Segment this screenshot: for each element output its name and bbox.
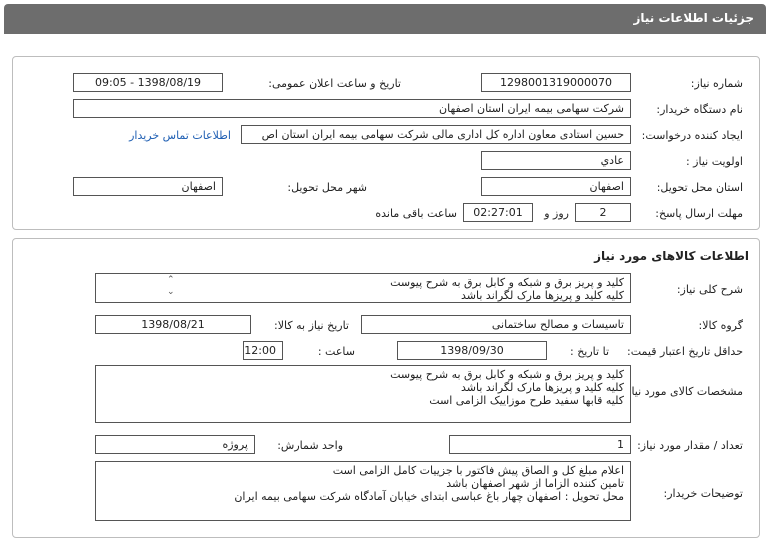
notes-line-3: محل تحویل : اصفهان چهار باغ عباسی ابتدای… [234, 490, 624, 503]
general-desc-line-1: کلید و پریز برق و شبکه و کابل برق به شرح… [390, 276, 624, 289]
notes-line-2: تامین کننده الزاما از شهر اصفهان باشد [446, 477, 624, 490]
until-date-label: تا تاریخ : [570, 345, 609, 358]
need-info-panel: شماره نیاز: 1298001319000070 تاریخ و ساع… [12, 56, 760, 230]
group-field[interactable]: تاسیسات و مصالح ساختمانی [361, 315, 631, 334]
priority-field[interactable]: عادي [481, 151, 631, 170]
need-number-label: شماره نیاز: [690, 77, 743, 90]
spec-field[interactable]: کلید و پریز برق و شبکه و کابل برق به شرح… [95, 365, 631, 423]
general-desc-line-2: کلیه کلید و پریزها مارک لگراند باشد [461, 289, 624, 302]
priority-label: اولویت نیاز : [685, 155, 743, 168]
city-field[interactable]: اصفهان [73, 177, 223, 196]
goods-section-title: اطلاعات کالاهای مورد نیاز [594, 249, 749, 263]
days-field[interactable]: 2 [575, 203, 631, 222]
hour-label: ساعت : [317, 345, 355, 358]
announce-label: تاریخ و ساعت اعلان عمومی: [268, 77, 401, 90]
requester-label: ایجاد کننده درخواست: [641, 129, 743, 142]
scroll-up-icon[interactable]: ⌃ [167, 275, 175, 285]
qty-label: تعداد / مقدار مورد نیاز: [637, 439, 743, 452]
buyer-contact-link[interactable]: اطلاعات تماس خریدار [129, 129, 231, 142]
qty-field[interactable]: 1 [449, 435, 631, 454]
page-title: جزئیات اطلاعات نیاز [4, 4, 766, 34]
spec-line-1: کلید و پریز برق و شبکه و کابل برق به شرح… [390, 368, 624, 381]
announce-field[interactable]: 1398/08/19 - 09:05 [73, 73, 223, 92]
general-desc-field[interactable]: کلید و پریز برق و شبکه و کابل برق به شرح… [95, 273, 631, 303]
unit-label: واحد شمارش: [277, 439, 343, 452]
requester-field[interactable]: حسین استادی معاون اداره کل اداری مالی شر… [241, 125, 631, 144]
unit-field[interactable]: پروژه [95, 435, 255, 454]
group-label: گروه کالا: [698, 319, 743, 332]
hour-field[interactable]: 12:00 [243, 341, 283, 360]
general-desc-label: شرح کلی نیاز: [676, 283, 743, 296]
buyer-notes-field[interactable]: اعلام مبلغ کل و الصاق پیش فاکتور با جزیی… [95, 461, 631, 521]
need-date-label: تاریخ نیاز به کالا: [274, 319, 349, 332]
validity-label: حداقل تاریخ اعتبار قیمت: [627, 345, 743, 358]
province-label: استان محل تحویل: [656, 181, 743, 194]
deadline-label: مهلت ارسال پاسخ: [655, 207, 743, 220]
spec-label: مشخصات کالای مورد نیاز: [622, 385, 743, 398]
spec-line-2: کلیه کلید و پریزها مارک لگراند باشد [461, 381, 624, 394]
buyer-org-field[interactable]: شرکت سهامی بیمه ایران استان اصفهان [73, 99, 631, 118]
spec-line-3: کلیه قابها سفید طرح موزاییک الزامی است [429, 394, 624, 407]
time-left-label: ساعت باقی مانده [375, 207, 457, 220]
need-number-field[interactable]: 1298001319000070 [481, 73, 631, 92]
goods-panel: اطلاعات کالاهای مورد نیاز شرح کلی نیاز: … [12, 238, 760, 538]
province-field[interactable]: اصفهان [481, 177, 631, 196]
day-and-label: روز و [544, 207, 569, 220]
notes-line-1: اعلام مبلغ کل و الصاق پیش فاکتور با جزیی… [332, 464, 624, 477]
buyer-notes-label: توضیحات خریدار: [663, 487, 744, 500]
time-left-field[interactable]: 02:27:01 [463, 203, 533, 222]
until-date-field[interactable]: 1398/09/30 [397, 341, 547, 360]
city-label: شهر محل تحویل: [287, 181, 367, 194]
need-date-field[interactable]: 1398/08/21 [95, 315, 251, 334]
buyer-org-label: نام دستگاه خریدار: [656, 103, 743, 116]
scroll-down-icon[interactable]: ⌄ [167, 287, 175, 297]
